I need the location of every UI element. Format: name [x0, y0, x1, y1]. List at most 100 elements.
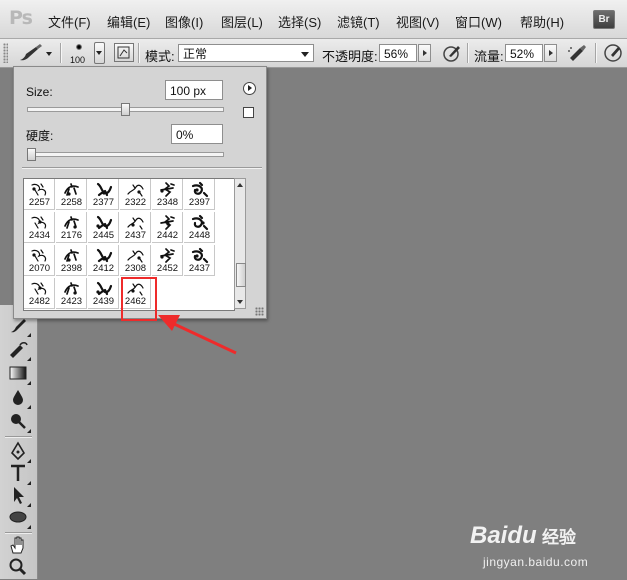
scroll-down-arrow-icon[interactable]: [237, 300, 243, 304]
brush-preset-number: 2482: [28, 296, 51, 307]
brush-preset-2377[interactable]: 2377: [88, 179, 119, 210]
brush-preset-number: 2439: [92, 296, 115, 307]
size-input[interactable]: 100 px: [165, 80, 223, 100]
pen-tool[interactable]: [7, 441, 31, 463]
menu-layer[interactable]: 图层(L): [221, 12, 263, 31]
brush-preset-number: 2437: [188, 263, 211, 274]
brush-preset-2423[interactable]: 2423: [56, 278, 87, 309]
brush-preset-2439[interactable]: 2439: [88, 278, 119, 309]
brush-preset-picker[interactable]: 100: [66, 41, 106, 67]
flow-input[interactable]: 52%: [505, 44, 543, 62]
path-selection-tool[interactable]: [7, 485, 31, 507]
mode-value: 正常: [183, 47, 208, 61]
brush-preset-2322[interactable]: 2322: [120, 179, 151, 210]
separator: [60, 43, 62, 63]
menu-window[interactable]: 窗口(W): [455, 12, 502, 31]
tool-preset-picker[interactable]: [14, 42, 54, 64]
brush-preset-2412[interactable]: 2412: [88, 245, 119, 276]
preset-scrollbar[interactable]: [234, 178, 246, 309]
brush-preset-2070[interactable]: 2070: [24, 245, 55, 276]
toggle-brush-panel-button[interactable]: [114, 43, 134, 62]
menu-file[interactable]: 文件(F): [48, 12, 91, 31]
brush-preset-2176[interactable]: 2176: [56, 212, 87, 243]
pressure-opacity-button[interactable]: [441, 42, 463, 64]
brush-dropdown-button[interactable]: [94, 42, 105, 64]
photoshop-logo: Ps: [9, 7, 33, 29]
hardness-input[interactable]: 0%: [171, 124, 223, 144]
separator: [138, 43, 140, 63]
pressure-size-button[interactable]: [602, 42, 624, 64]
scroll-up-arrow-icon[interactable]: [237, 183, 243, 187]
resize-grip-icon[interactable]: [255, 307, 264, 316]
separator: [22, 167, 262, 169]
brush-stroke-thumbnail-icon: [127, 250, 144, 263]
brush-preset-2482[interactable]: 2482: [24, 278, 55, 309]
gradient-tool[interactable]: [7, 363, 31, 385]
brush-preset-number: 2445: [92, 230, 115, 241]
menu-view[interactable]: 视图(V): [396, 12, 439, 31]
pen-pressure-size-icon: [604, 44, 622, 62]
brush-preset-2445[interactable]: 2445: [88, 212, 119, 243]
panel-menu-button[interactable]: [243, 82, 256, 95]
brush-preset-2452[interactable]: 2452: [152, 245, 183, 276]
separator: [5, 532, 32, 534]
hardness-slider-thumb[interactable]: [27, 148, 36, 161]
brush-preset-2437[interactable]: 2437: [120, 212, 151, 243]
grip-icon: [3, 43, 8, 63]
menu-edit[interactable]: 编辑(E): [107, 12, 150, 31]
brush-preset-2348[interactable]: 2348: [152, 179, 183, 210]
type-tool[interactable]: [7, 463, 31, 485]
brush-preset-2448[interactable]: 2448: [184, 212, 215, 243]
brush-preset-2257[interactable]: 2257: [24, 179, 55, 210]
scroll-thumb[interactable]: [236, 263, 246, 287]
zoom-tool[interactable]: [7, 557, 31, 579]
menu-image[interactable]: 图像(I): [165, 12, 203, 31]
options-bar: 100 模式: 正常 不透明度: 56% 流量: 52%: [0, 39, 627, 68]
history-brush-tool[interactable]: [7, 339, 31, 361]
size-slider-thumb[interactable]: [120, 103, 130, 116]
hand-tool[interactable]: [7, 535, 31, 557]
brush-preset-number: 2257: [28, 197, 51, 208]
brush-preset-2434[interactable]: 2434: [24, 212, 55, 243]
brush-preset-2308[interactable]: 2308: [120, 245, 151, 276]
annotation-arrow-icon: [158, 315, 237, 355]
menu-filter[interactable]: 滤镜(T): [337, 12, 380, 31]
airbrush-button[interactable]: [566, 42, 588, 64]
menu-select[interactable]: 选择(S): [278, 12, 321, 31]
brush-preset-2258[interactable]: 2258: [56, 179, 87, 210]
hardness-slider-track[interactable]: [27, 152, 224, 157]
brush-preset-2397[interactable]: 2397: [184, 179, 215, 210]
blur-tool[interactable]: [7, 387, 31, 409]
brush-preset-number: 2412: [92, 263, 115, 274]
dodge-tool[interactable]: [7, 411, 31, 433]
size-label: Size:: [26, 85, 53, 99]
brush-preset-2398[interactable]: 2398: [56, 245, 87, 276]
flow-slider-button[interactable]: [544, 44, 557, 62]
menu-help[interactable]: 帮助(H): [520, 12, 564, 31]
brush-size-preview: 100: [70, 55, 86, 65]
brush-stroke-thumbnail-icon: [96, 182, 113, 197]
brush-stroke-thumbnail-icon: [64, 216, 79, 229]
brush-preset-number: 2322: [124, 197, 147, 208]
brush-preset-2442[interactable]: 2442: [152, 212, 183, 243]
brush-stroke-thumbnail-icon: [64, 249, 79, 262]
history-brush-icon: [10, 342, 28, 358]
brush-preset-number: 2070: [28, 263, 51, 274]
bridge-button[interactable]: Br: [593, 10, 615, 29]
mode-select[interactable]: 正常: [178, 44, 314, 62]
brush-tip-icon: [76, 44, 82, 50]
opacity-slider-button[interactable]: [418, 44, 431, 62]
new-preset-button[interactable]: [243, 107, 254, 118]
tools-panel: [0, 305, 38, 579]
brush-preset-2437[interactable]: 2437: [184, 245, 215, 276]
opacity-input[interactable]: 56%: [379, 44, 417, 62]
ellipse-tool[interactable]: [7, 507, 31, 529]
separator: [467, 43, 469, 63]
menu-bar: Ps 文件(F) 编辑(E) 图像(I) 图层(L) 选择(S) 滤镜(T) 视…: [0, 0, 627, 39]
brush-stroke-thumbnail-icon: [160, 182, 175, 197]
brush-preset-number: 2423: [60, 296, 83, 307]
blur-tool-icon: [13, 390, 23, 405]
brush-preset-number: 2397: [188, 197, 211, 208]
opacity-label: 不透明度:: [322, 49, 378, 64]
separator: [595, 43, 597, 63]
